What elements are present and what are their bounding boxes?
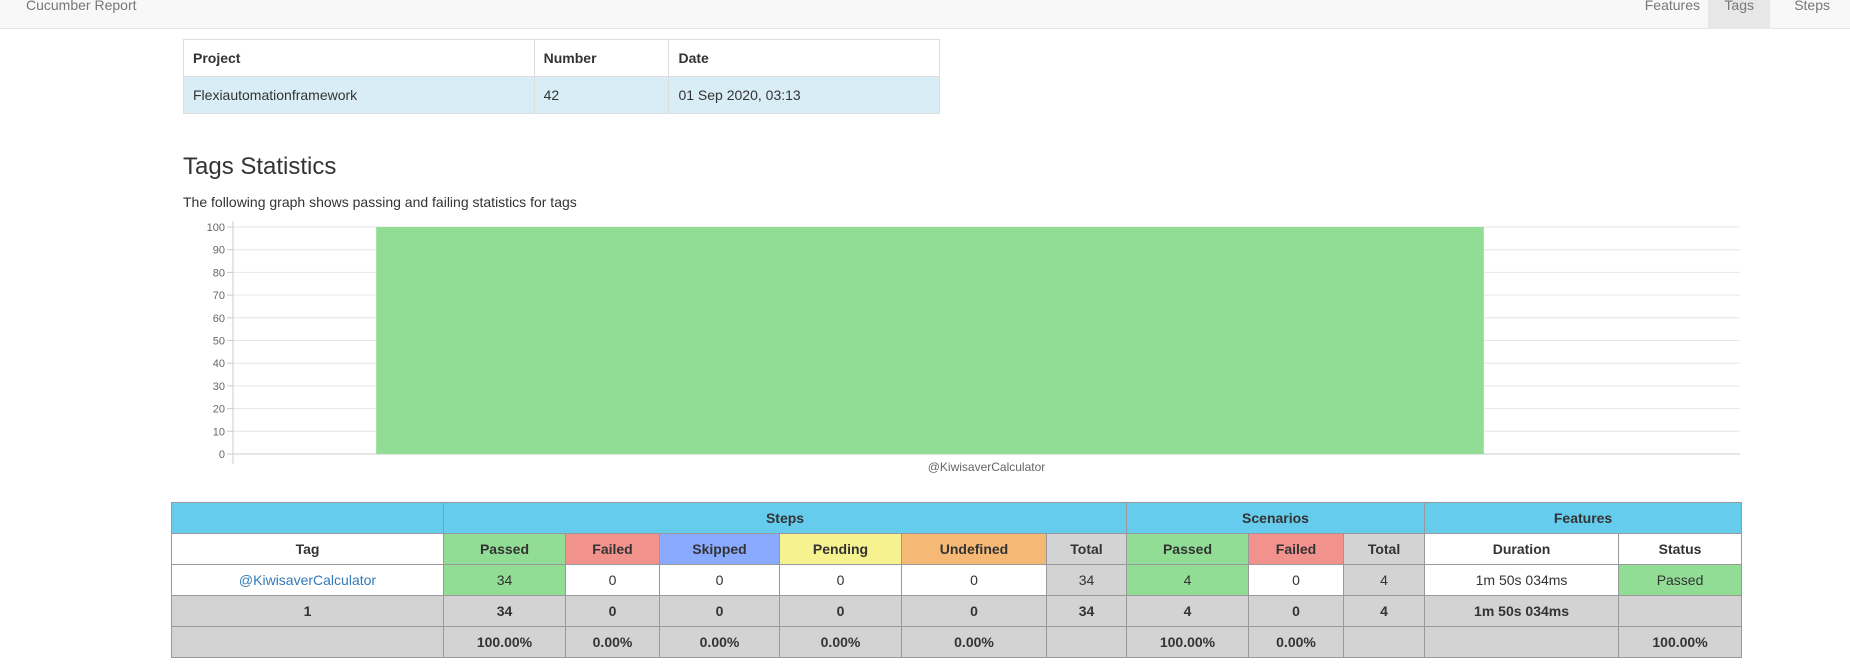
- col-header-duration[interactable]: Duration: [1424, 533, 1620, 565]
- row-steps-undefined: 0: [901, 564, 1047, 596]
- page-title: Tags Statistics: [183, 153, 337, 180]
- col-header-scenarios-total[interactable]: Total: [1342, 533, 1426, 565]
- nav-link-steps[interactable]: Steps: [1778, 0, 1846, 24]
- percent-steps-passed: 100.00%: [443, 626, 566, 658]
- nav-link-features[interactable]: Features: [1629, 0, 1716, 24]
- y-tick-label: 100: [207, 222, 225, 234]
- info-number-value: 42: [533, 76, 670, 114]
- row-scenarios-passed: 4: [1126, 564, 1249, 596]
- y-tick-label: 30: [213, 381, 225, 393]
- group-header-features: Features: [1424, 502, 1743, 534]
- info-date-value: 01 Sep 2020, 03:13: [668, 76, 940, 114]
- y-tick-label: 90: [213, 245, 225, 257]
- percent-steps-pending: 0.00%: [779, 626, 902, 658]
- col-header-tag[interactable]: Tag: [171, 533, 444, 565]
- totals-count: 1: [171, 595, 444, 627]
- totals-steps-skipped: 0: [659, 595, 780, 627]
- y-tick-label: 0: [219, 449, 225, 461]
- col-header-steps-skipped[interactable]: Skipped: [659, 533, 780, 565]
- group-header-steps: Steps: [443, 502, 1127, 534]
- nav-link-tags[interactable]: Tags: [1708, 0, 1770, 28]
- percent-status: 100.00%: [1618, 626, 1743, 658]
- tag-link[interactable]: @KiwisaverCalculator: [239, 572, 376, 588]
- x-category-label: @KiwisaverCalculator: [928, 460, 1046, 474]
- y-tick-label: 20: [213, 404, 225, 416]
- percent-steps-failed: 0.00%: [565, 626, 660, 658]
- group-header-scenarios: Scenarios: [1125, 502, 1426, 534]
- percent-scenarios-failed: 0.00%: [1248, 626, 1344, 658]
- report-info-table: Project Number Date Flexiautomationframe…: [183, 39, 940, 114]
- col-header-scenarios-failed[interactable]: Failed: [1248, 533, 1344, 565]
- totals-duration: 1m 50s 034ms: [1424, 595, 1620, 627]
- totals-scenarios-failed: 0: [1248, 595, 1344, 627]
- row-steps-pending: 0: [779, 564, 902, 596]
- col-header-scenarios-passed[interactable]: Passed: [1126, 533, 1249, 565]
- row-steps-skipped: 0: [659, 564, 780, 596]
- row-scenarios-total: 4: [1342, 564, 1426, 596]
- row-duration: 1m 50s 034ms: [1424, 564, 1620, 596]
- y-tick-label: 70: [213, 290, 225, 302]
- tags-bar-chart: 0 10 20 30 40 50 60 70 80 90 100 @KiwisaverCalculat…: [207, 221, 1740, 474]
- totals-steps-total: 34: [1046, 595, 1127, 627]
- totals-steps-passed: 34: [443, 595, 566, 627]
- totals-scenarios-total: 4: [1342, 595, 1426, 627]
- y-tick-label: 10: [213, 426, 225, 438]
- top-navbar: Cucumber Report Features Tags Steps: [0, 0, 1850, 29]
- bar-segment-0: [376, 227, 1484, 454]
- totals-steps-failed: 0: [565, 595, 660, 627]
- row-scenarios-failed: 0: [1248, 564, 1344, 596]
- col-header-steps-failed[interactable]: Failed: [565, 533, 660, 565]
- info-project-value: Flexiautomationframework: [183, 76, 535, 114]
- col-header-steps-undefined[interactable]: Undefined: [901, 533, 1047, 565]
- y-tick-label: 50: [213, 336, 225, 348]
- y-tick-label: 80: [213, 267, 225, 279]
- totals-row: 1 34 0 0 0 0 34 4 0 4 1m 50s 034ms: [171, 595, 1743, 627]
- tag-cell: @KiwisaverCalculator: [171, 564, 444, 596]
- percent-scenarios-passed: 100.00%: [1126, 626, 1249, 658]
- col-header-steps-passed[interactable]: Passed: [443, 533, 566, 565]
- col-header-steps-total[interactable]: Total: [1046, 533, 1127, 565]
- percent-blank: [171, 626, 444, 658]
- totals-status: [1618, 595, 1743, 627]
- row-steps-failed: 0: [565, 564, 660, 596]
- row-status-badge: Passed: [1618, 564, 1743, 596]
- row-steps-passed: 34: [443, 564, 566, 596]
- percent-steps-total: [1046, 626, 1127, 658]
- page-subtitle: The following graph shows passing and fa…: [183, 194, 577, 210]
- totals-steps-undefined: 0: [901, 595, 1047, 627]
- navbar-brand[interactable]: Cucumber Report: [26, 0, 137, 14]
- col-header-status[interactable]: Status: [1618, 533, 1743, 565]
- percent-scenarios-total: [1342, 626, 1426, 658]
- info-header-project: Project: [183, 39, 535, 77]
- percent-duration: [1424, 626, 1620, 658]
- y-tick-label: 40: [213, 358, 225, 370]
- percent-steps-skipped: 0.00%: [659, 626, 780, 658]
- totals-scenarios-passed: 4: [1126, 595, 1249, 627]
- percent-row: 100.00% 0.00% 0.00% 0.00% 0.00% 100.00% …: [171, 626, 1743, 658]
- percent-steps-undefined: 0.00%: [901, 626, 1047, 658]
- tags-statistics-table: Steps Scenarios Features Tag Passed Fail…: [171, 502, 1743, 658]
- table-row: @KiwisaverCalculator 34 0 0 0 0 34 4 0 4…: [171, 564, 1743, 596]
- info-header-number: Number: [533, 39, 670, 77]
- totals-steps-pending: 0: [779, 595, 902, 627]
- col-header-steps-pending[interactable]: Pending: [779, 533, 902, 565]
- info-header-date: Date: [668, 39, 940, 77]
- row-steps-total: 34: [1046, 564, 1127, 596]
- y-tick-label: 60: [213, 313, 225, 325]
- group-header-blank: [171, 502, 444, 534]
